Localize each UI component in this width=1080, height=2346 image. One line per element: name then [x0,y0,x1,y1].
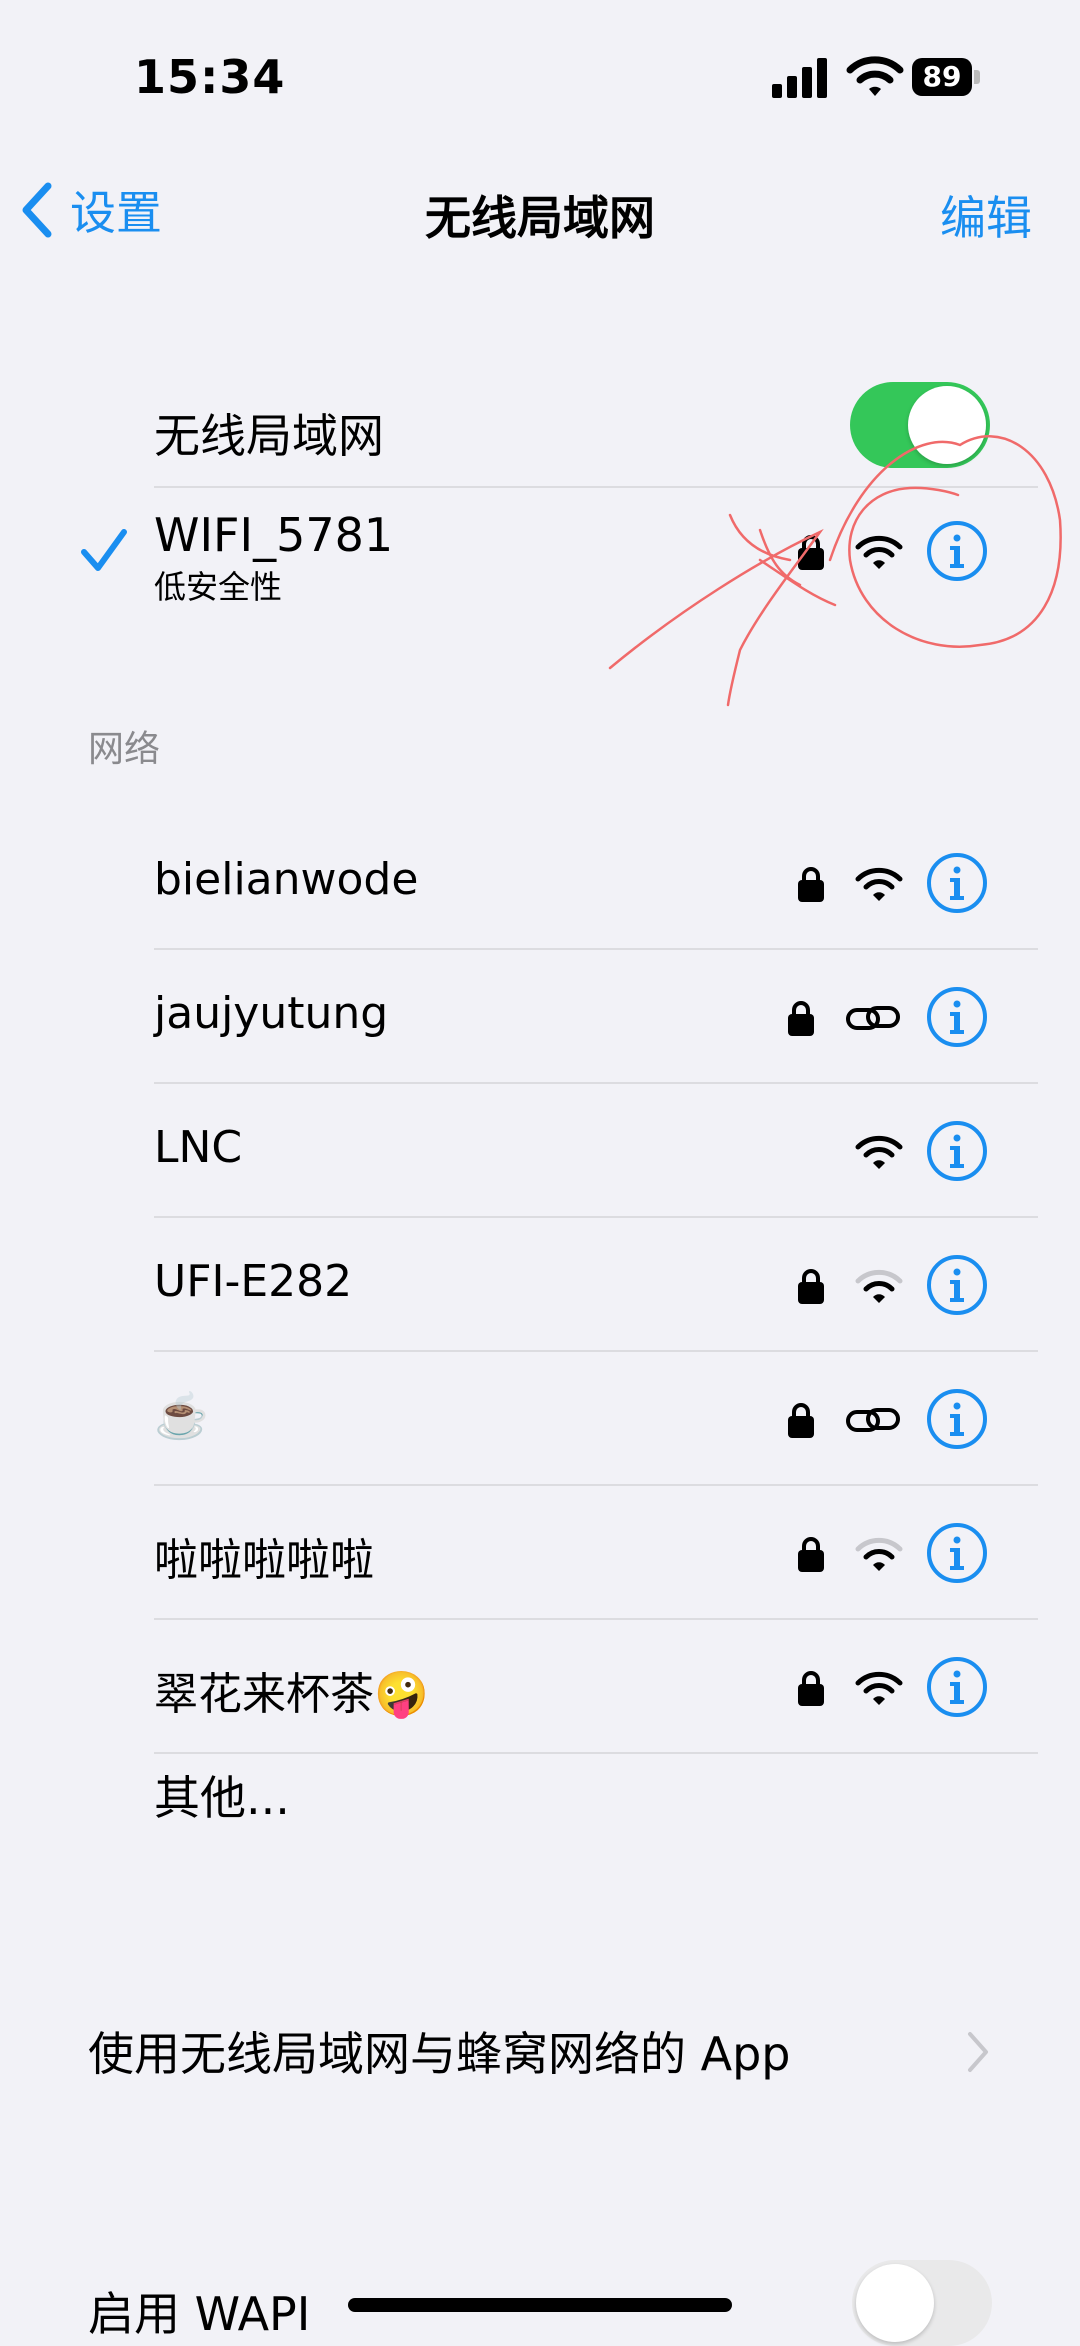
network-row[interactable]: 啦啦啦啦啦 [0,1486,1080,1620]
wifi-status-icon [846,56,904,96]
toggle-knob [908,386,986,464]
wifi-icon [855,535,903,569]
wifi-icon [855,1269,903,1303]
network-row[interactable]: bielianwode [0,816,1080,950]
link-icon [846,1408,900,1432]
network-name: LNC [154,1122,243,1173]
network-row[interactable]: UFI-E282 [0,1218,1080,1352]
network-row[interactable]: 翠花来杯茶🤪 [0,1620,1080,1754]
home-indicator [348,2298,732,2312]
wifi-toggle-label: 无线局域网 [154,409,384,463]
apps-using-wifi-label: 使用无线局域网与蜂窝网络的 App [88,2027,791,2081]
battery-level: 89 [922,60,962,93]
info-icon[interactable] [926,1656,988,1718]
connected-network-row[interactable]: WIFI_5781 低安全性 [0,490,1080,640]
info-icon[interactable] [926,986,988,1048]
status-time: 15:34 [134,50,286,104]
page-title: 无线局域网 [425,191,655,245]
wapi-toggle[interactable] [852,2260,992,2346]
wapi-label: 启用 WAPI [88,2287,311,2341]
lock-icon [798,1269,824,1304]
info-icon[interactable] [926,1522,988,1584]
network-name: bielianwode [154,854,419,905]
network-name: 啦啦啦啦啦 [154,1535,374,1586]
lock-icon [798,1537,824,1572]
wifi-icon [855,867,903,901]
info-icon[interactable] [926,852,988,914]
lock-icon [798,1671,824,1706]
other-network-button[interactable]: 其他... [154,1762,290,1828]
wifi-icon [855,1537,903,1571]
wifi-toggle[interactable] [850,382,990,468]
lock-icon [798,867,824,902]
info-icon[interactable] [926,1388,988,1450]
network-row[interactable]: LNC [0,1084,1080,1218]
network-name: ☕️ [154,1391,209,1442]
lock-icon [798,535,824,570]
info-icon[interactable] [926,1120,988,1182]
network-row[interactable]: jaujyutung [0,950,1080,1084]
checkmark-icon [81,529,127,571]
cellular-signal-icon [772,58,827,98]
section-header-networks: 网络 [88,729,161,770]
wifi-icon [855,1671,903,1705]
connected-network-subtitle: 低安全性 [154,568,283,606]
link-icon [846,1006,900,1030]
network-name: 翠花来杯茶🤪 [154,1669,429,1720]
info-icon[interactable] [926,1254,988,1316]
chevron-right-icon [968,2032,988,2072]
network-name: UFI-E282 [154,1256,353,1307]
divider [154,486,1038,488]
toggle-knob [856,2264,934,2342]
divider [154,1752,1038,1754]
connected-network-name: WIFI_5781 [154,508,394,562]
edit-button[interactable]: 编辑 [940,182,1032,248]
apps-using-wifi-row[interactable]: 使用无线局域网与蜂窝网络的 App [88,2018,1038,2098]
info-icon[interactable] [926,520,988,582]
lock-icon [788,1001,814,1036]
battery-icon: 89 [912,58,982,98]
network-row[interactable]: ☕️ [0,1352,1080,1486]
network-name: jaujyutung [154,988,389,1039]
wifi-icon [855,1135,903,1169]
lock-icon [788,1403,814,1438]
